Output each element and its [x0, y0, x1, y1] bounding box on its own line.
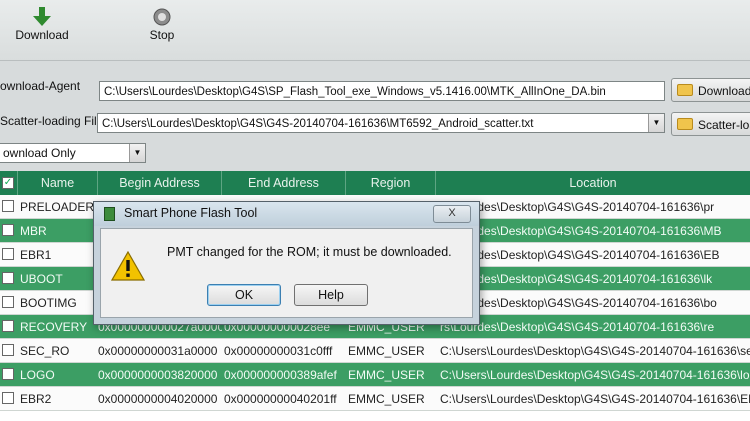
warning-icon	[110, 250, 146, 281]
dialog-body: PMT changed for the ROM; it must be down…	[100, 228, 473, 318]
cell-region: EMMC_USER	[348, 392, 425, 406]
folder-icon	[677, 118, 693, 130]
checkbox-checked-icon: ✓	[2, 177, 14, 189]
message-dialog: Smart Phone Flash Tool X PMT changed for…	[93, 201, 480, 325]
row-checkbox[interactable]	[2, 200, 14, 212]
flash-tool-window: Download Stop ownload-Agent C:\Users\Lou…	[0, 0, 750, 421]
row-checkbox[interactable]	[2, 392, 14, 404]
scatter-file-path: C:\Users\Lourdes\Desktop\G4S\G4S-2014070…	[102, 118, 534, 130]
close-button[interactable]: X	[433, 205, 471, 223]
help-button[interactable]: Help	[294, 284, 368, 306]
row-checkbox[interactable]	[2, 344, 14, 356]
chevron-down-icon[interactable]: ▼	[129, 144, 145, 162]
cell-location: C:\Users\Lourdes\Desktop\G4S\G4S-2014070…	[440, 344, 750, 358]
cell-location: rs\Lourdes\Desktop\G4S\G4S-20140704-1616…	[440, 248, 720, 262]
download-mode-select[interactable]: ownload Only ▼	[0, 143, 146, 163]
table-header: ✓ Name Begin Address End Address Region …	[0, 171, 750, 195]
cell-location: C:\Users\Lourdes\Desktop\G4S\G4S-2014070…	[440, 392, 750, 406]
cell-location: rs\Lourdes\Desktop\G4S\G4S-20140704-1616…	[440, 200, 715, 214]
stop-icon	[151, 6, 173, 28]
cell-location: rs\Lourdes\Desktop\G4S\G4S-20140704-1616…	[440, 296, 717, 310]
column-header-location[interactable]: Location	[436, 171, 750, 195]
row-checkbox[interactable]	[2, 224, 14, 236]
download-agent-path-field[interactable]: C:\Users\Lourdes\Desktop\G4S\SP_Flash_To…	[99, 81, 665, 101]
cell-begin-address: 0x00000000031a0000	[98, 344, 218, 358]
scatter-browse-button[interactable]: Scatter-load	[671, 112, 750, 136]
row-checkbox[interactable]	[2, 368, 14, 380]
cell-end-address: 0x000000000389afef	[224, 368, 337, 382]
dialog-message: PMT changed for the ROM; it must be down…	[167, 245, 452, 259]
stop-label: Stop	[149, 28, 175, 42]
column-header-end-address[interactable]: End Address	[222, 171, 346, 195]
download-button[interactable]: Download	[14, 6, 70, 42]
column-header-region[interactable]: Region	[346, 171, 436, 195]
cell-begin-address: 0x0000000003820000	[98, 368, 218, 382]
cell-name: PRELOADER	[20, 200, 95, 214]
dialog-title: Smart Phone Flash Tool	[124, 206, 258, 220]
cell-name: BOOTIMG	[20, 296, 77, 310]
cell-name: UBOOT	[20, 272, 63, 286]
table-row[interactable]: EBR2 0x0000000004020000 0x00000000040201ff…	[0, 387, 750, 411]
cell-name: MBR	[20, 224, 47, 238]
cell-location: rs\Lourdes\Desktop\G4S\G4S-20140704-1616…	[440, 320, 715, 334]
column-header-begin-address[interactable]: Begin Address	[98, 171, 222, 195]
download-label: Download	[15, 28, 69, 42]
cell-end-address: 0x00000000040201ff	[224, 392, 337, 406]
dialog-title-bar: Smart Phone Flash Tool X	[94, 202, 479, 226]
folder-icon	[677, 84, 693, 96]
cell-end-address: 0x00000000031c0fff	[224, 344, 333, 358]
row-checkbox[interactable]	[2, 296, 14, 308]
row-checkbox[interactable]	[2, 320, 14, 332]
cell-name: LOGO	[20, 368, 55, 382]
cell-location: rs\Lourdes\Desktop\G4S\G4S-20140704-1616…	[440, 272, 713, 286]
cell-begin-address: 0x0000000004020000	[98, 392, 218, 406]
app-icon	[104, 207, 115, 221]
cell-name: EBR2	[20, 392, 52, 406]
table-row[interactable]: LOGO 0x0000000003820000 0x000000000389afef…	[0, 363, 750, 387]
row-checkbox[interactable]	[2, 272, 14, 284]
stop-button[interactable]: Stop	[140, 6, 184, 42]
download-agent-browse-button[interactable]: Download A	[671, 78, 750, 102]
select-all-checkbox[interactable]: ✓	[0, 171, 18, 195]
cell-region: EMMC_USER	[348, 368, 425, 382]
cell-location: rs\Lourdes\Desktop\G4S\G4S-20140704-1616…	[440, 224, 722, 238]
download-arrow-icon	[31, 6, 53, 28]
close-icon: X	[448, 207, 456, 219]
cell-name: EBR1	[20, 248, 52, 262]
cell-location: C:\Users\Lourdes\Desktop\G4S\G4S-2014070…	[440, 368, 750, 382]
cell-region: EMMC_USER	[348, 344, 425, 358]
scatter-file-label: Scatter-loading File	[0, 114, 104, 128]
chevron-down-icon[interactable]: ▼	[648, 114, 664, 132]
ok-button[interactable]: OK	[207, 284, 281, 306]
scatter-file-combo[interactable]: C:\Users\Lourdes\Desktop\G4S\G4S-2014070…	[97, 113, 665, 133]
column-header-name[interactable]: Name	[18, 171, 98, 195]
download-agent-browse-label: Download A	[698, 84, 750, 98]
download-mode-value: ownload Only	[3, 146, 76, 160]
cell-name: SEC_RO	[20, 344, 70, 358]
cell-name: RECOVERY	[20, 320, 88, 334]
download-agent-label: ownload-Agent	[0, 79, 81, 93]
table-row[interactable]: SEC_RO 0x00000000031a0000 0x00000000031c0f…	[0, 339, 750, 363]
scatter-browse-label: Scatter-load	[698, 118, 750, 132]
toolbar: Download Stop	[0, 0, 750, 61]
row-checkbox[interactable]	[2, 248, 14, 260]
